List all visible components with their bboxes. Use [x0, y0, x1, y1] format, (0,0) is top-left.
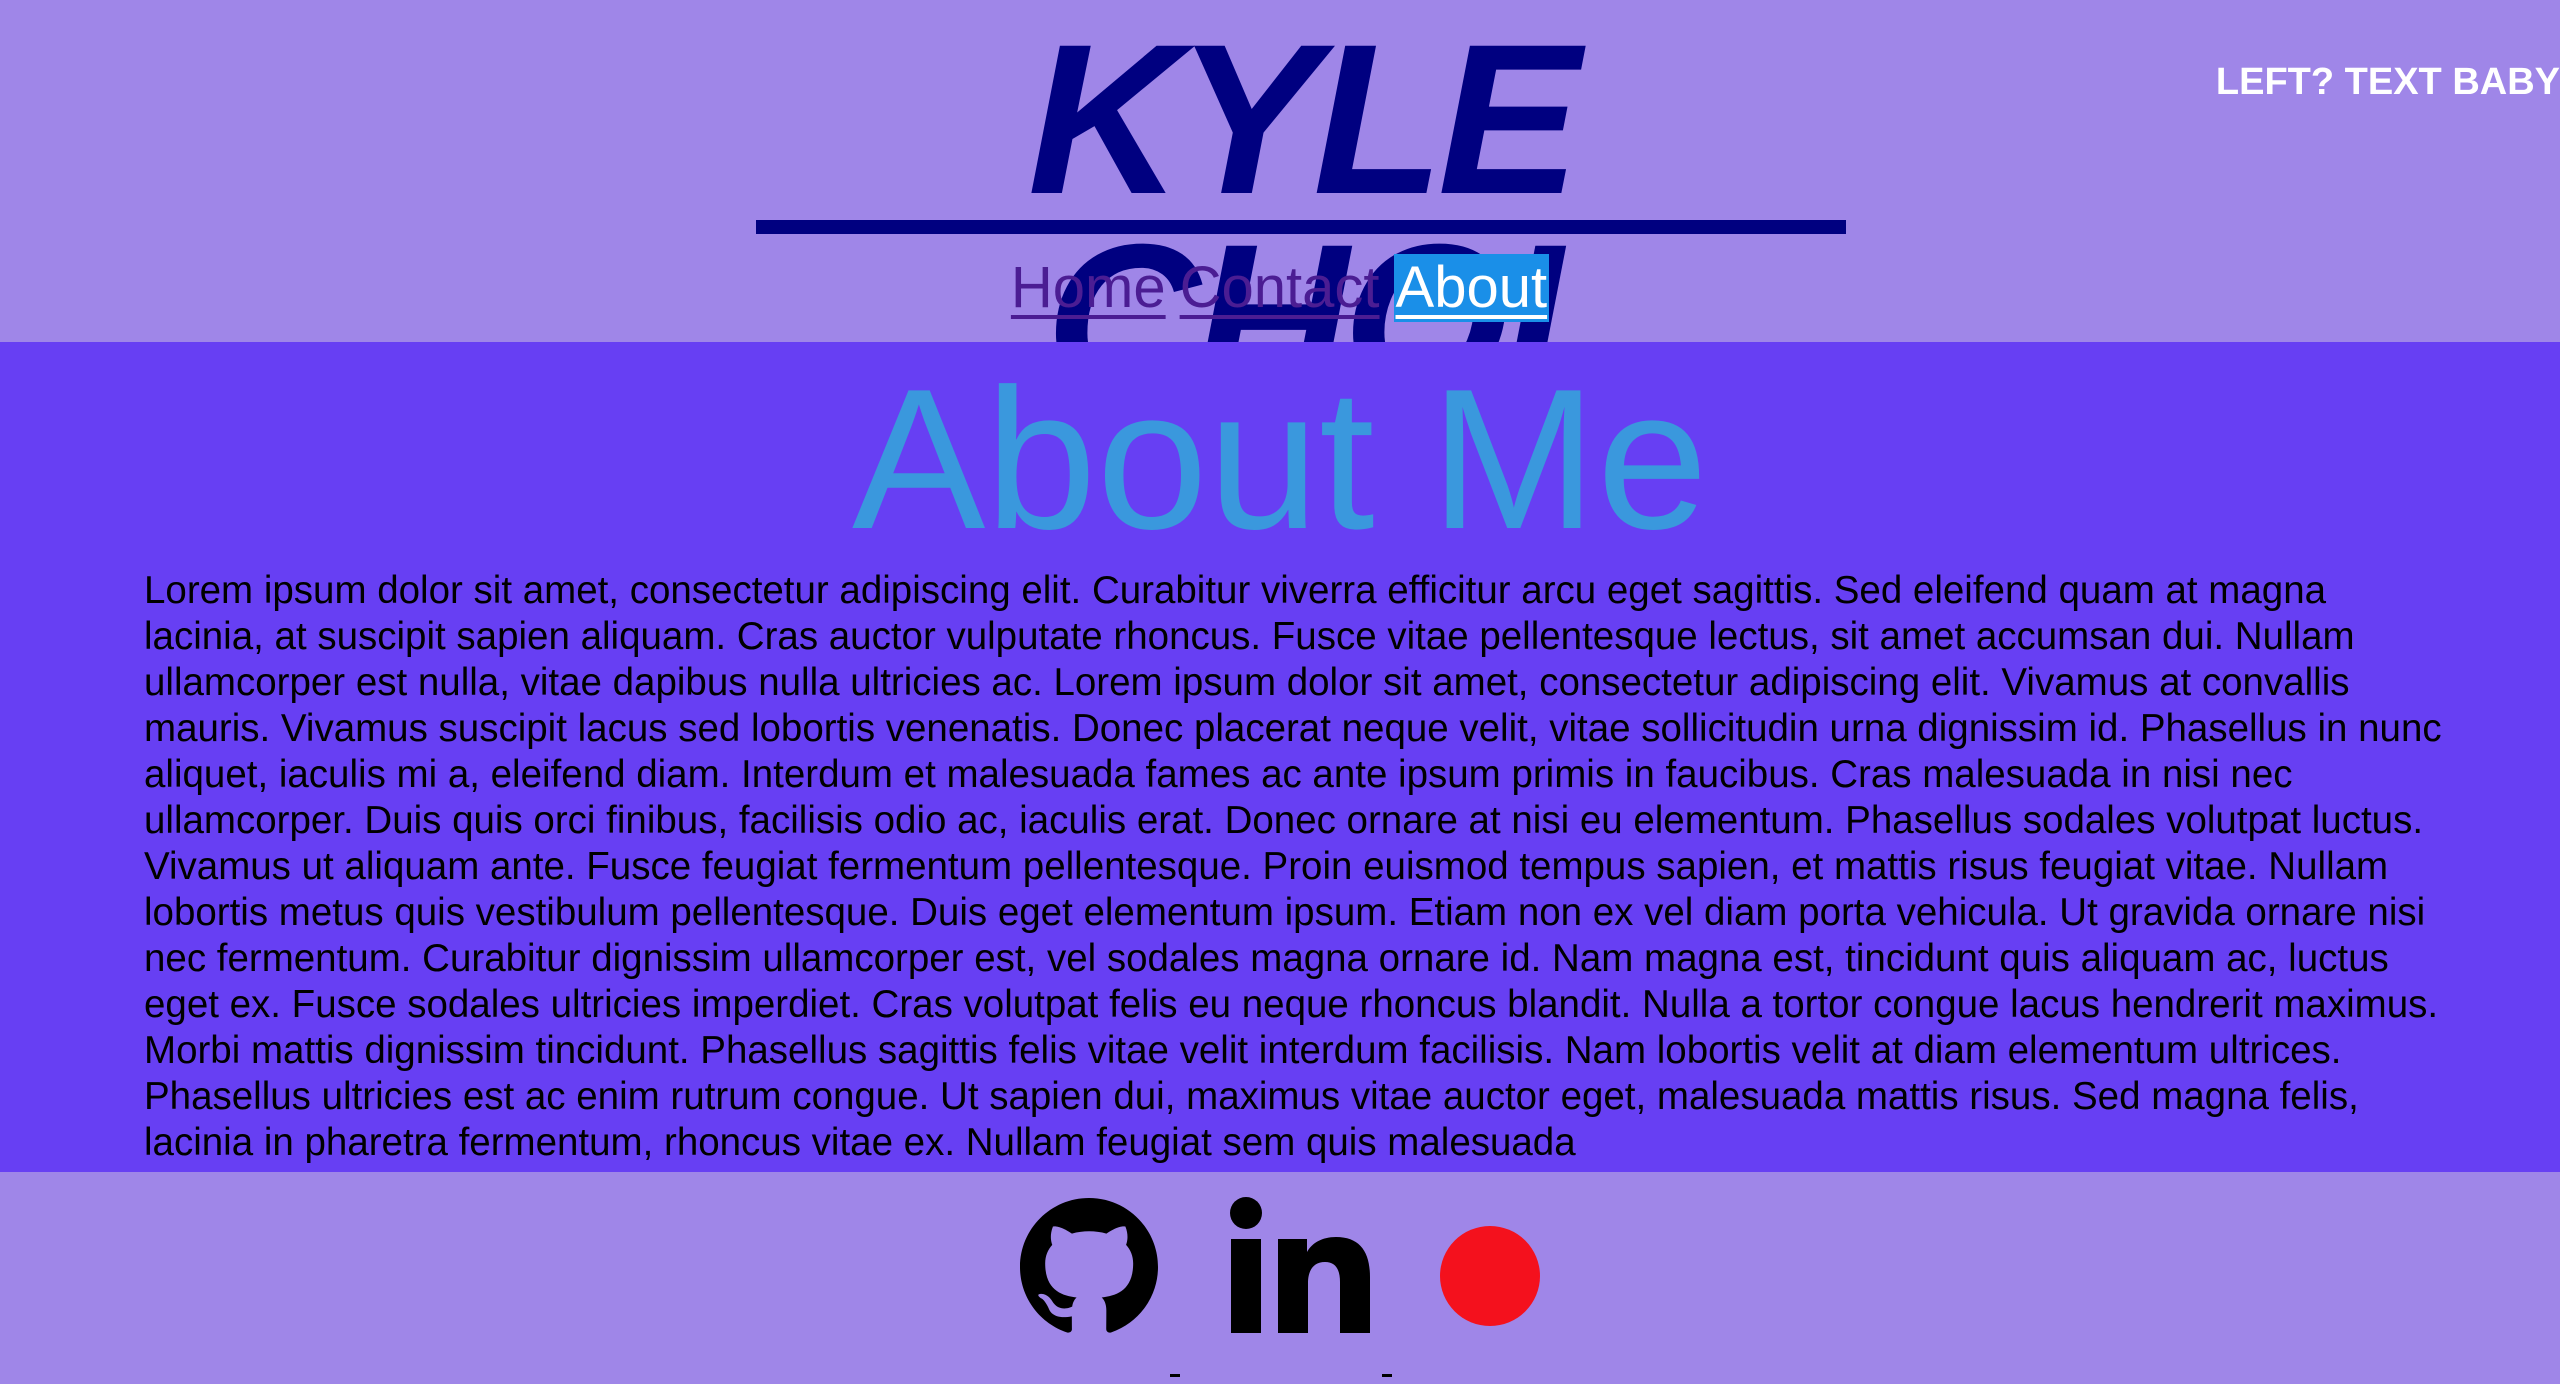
nav-link-home[interactable]: Home — [1011, 254, 1166, 322]
main-content: About Me Lorem ipsum dolor sit amet, con… — [0, 342, 2560, 1172]
record-icon — [1440, 1226, 1540, 1326]
github-icon — [1020, 1198, 1158, 1333]
nav-link-about[interactable]: About — [1393, 254, 1550, 322]
nav-link-contact[interactable]: Contact — [1180, 254, 1380, 322]
site-footer — [0, 1172, 2560, 1384]
linkedin-icon — [1230, 1197, 1370, 1333]
site-title-underline — [756, 220, 1846, 234]
link-underline-mark — [1382, 1374, 1392, 1377]
record-link[interactable] — [1440, 1226, 1540, 1326]
page-heading: About Me — [851, 348, 1709, 571]
link-underline-mark — [1170, 1374, 1180, 1377]
corner-text: LEFT? TEXT BABY — [2215, 61, 2560, 103]
linkedin-link[interactable] — [1228, 1196, 1372, 1336]
about-body-text: Lorem ipsum dolor sit amet, consectetur … — [144, 569, 2442, 1164]
github-link[interactable] — [1020, 1198, 1158, 1336]
site-header: KYLE CHOI LEFT? TEXT BABY Home Contact Abo… — [0, 2, 2560, 427]
main-nav: Home Contact About — [0, 254, 2560, 322]
